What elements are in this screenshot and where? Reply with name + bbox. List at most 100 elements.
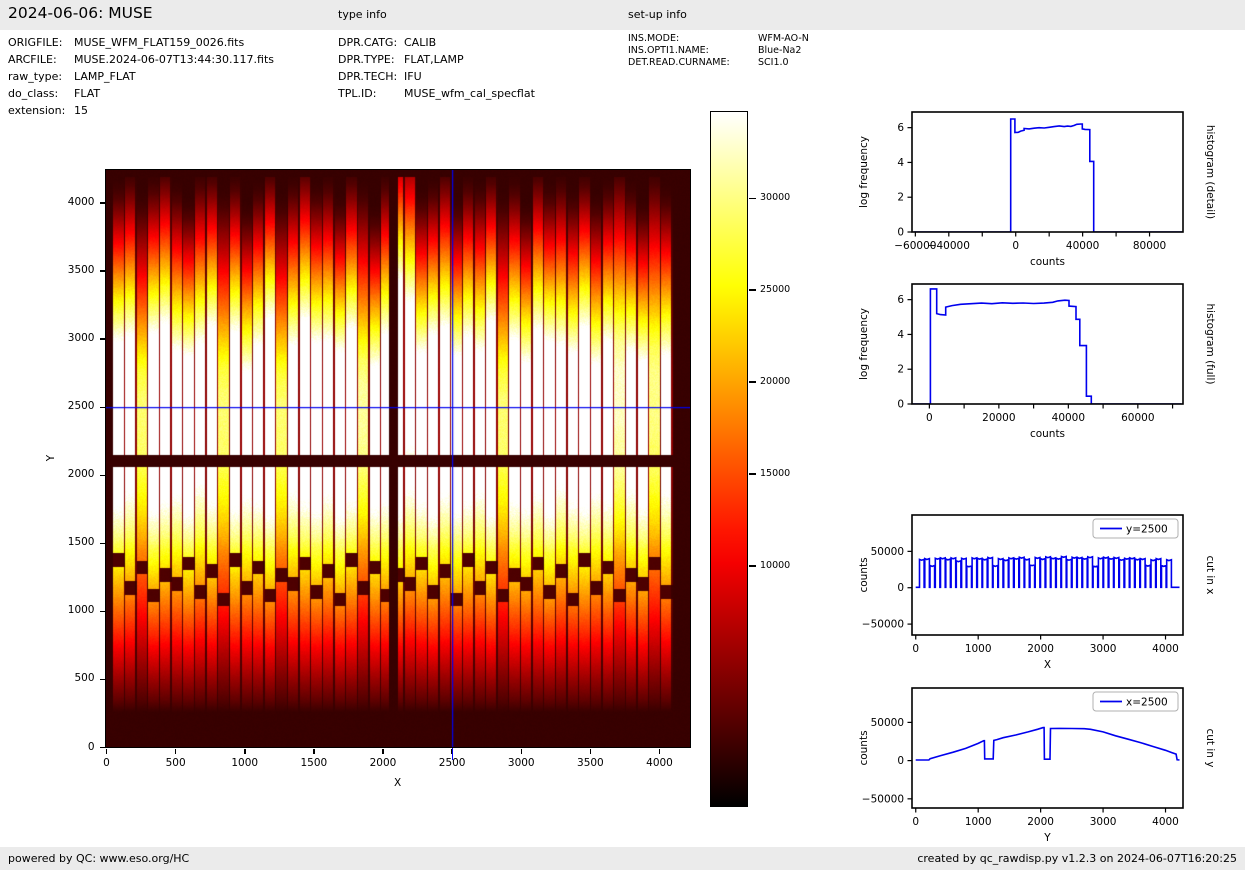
plot-side-title: cut in y [1204,728,1216,767]
y-tick-label: 0 [39,741,95,753]
meta-value: WFM-AO-N [758,33,809,44]
meta-value: MUSE_wfm_cal_specflat [404,87,535,100]
cut-in-x-plot: 01000200030004000−50000050000Xcountscut … [850,503,1245,675]
svg-text:3000: 3000 [1090,816,1117,828]
yaxis-label: counts [858,557,870,592]
y-tick-label: 1500 [39,536,95,548]
svg-text:0: 0 [897,582,904,594]
meta-label: raw_type: [8,70,62,83]
legend-label: y=2500 [1126,524,1168,536]
colorbar-tick-label: 15000 [760,468,790,479]
x-tick [313,749,315,754]
svg-text:0: 0 [897,399,904,411]
y-tick [100,338,105,340]
setup-info-heading: set-up info [628,8,687,21]
meta-value: FLAT [74,87,100,100]
footer-bar: powered by QC: www.eso.org/HC created by… [0,847,1245,870]
svg-text:4000: 4000 [1152,816,1179,828]
svg-text:1000: 1000 [965,643,992,655]
meta-label: DPR.TYPE: [338,53,395,66]
svg-text:3000: 3000 [1090,643,1117,655]
meta-label: INS.OPTI1.NAME: [628,45,709,56]
meta-value: LAMP_FLAT [74,70,136,83]
colorbar-tick [749,289,756,291]
x-tick-label: 0 [89,757,125,769]
svg-text:1000: 1000 [965,816,992,828]
y-tick-label: 500 [39,672,95,684]
meta-label: INS.MODE: [628,33,679,44]
meta-value: CALIB [404,36,436,49]
svg-text:50000: 50000 [871,546,904,558]
file-info-row: raw_type: [8,70,62,83]
meta-label: extension: [8,104,65,117]
cut-in-y-plot: 01000200030004000−50000050000Ycountscut … [850,676,1245,848]
meta-value: Blue-Na2 [758,45,801,56]
svg-text:40000: 40000 [1052,412,1085,424]
file-info-row: ORIGFILE: [8,36,62,49]
svg-text:80000: 80000 [1133,240,1166,252]
histogram-full-plot: 02000040000600000246countslog frequencyh… [850,272,1245,444]
svg-text:0: 0 [897,227,904,239]
footer-qc-link[interactable]: powered by QC: www.eso.org/HC [8,847,189,870]
x-tick [175,749,177,754]
y-tick [100,270,105,272]
svg-text:−50000: −50000 [862,619,904,631]
svg-text:50000: 50000 [871,717,904,729]
x-tick-label: 1000 [227,757,263,769]
file-info-row: do_class: [8,87,58,100]
meta-label: ORIGFILE: [8,36,62,49]
svg-text:2000: 2000 [1027,816,1054,828]
x-tick-label: 1500 [296,757,332,769]
y-tick [100,407,105,409]
xaxis-label: Y [1043,832,1051,844]
svg-text:0: 0 [897,755,904,767]
y-tick [100,475,105,477]
type-info-row: DPR.TECH: [338,70,397,83]
type-info-row: TPL.ID: [338,87,376,100]
page-title: 2024-06-06: MUSE [8,4,153,22]
svg-text:4000: 4000 [1152,643,1179,655]
x-tick [244,749,246,754]
colorbar-tick-label: 30000 [760,192,790,203]
y-tick-label: 2000 [39,468,95,480]
colorbar-tick [749,198,756,200]
meta-value: IFU [404,70,422,83]
svg-text:2000: 2000 [1027,643,1054,655]
x-tick [659,749,661,754]
svg-text:−50000: −50000 [862,793,904,805]
meta-value: FLAT,LAMP [404,53,464,66]
meta-label: DPR.TECH: [338,70,397,83]
type-info-row: DPR.TYPE: [338,53,395,66]
x-tick [382,749,384,754]
svg-text:0: 0 [1012,240,1019,252]
y-tick-label: 2500 [39,400,95,412]
meta-label: DPR.CATG: [338,36,397,49]
plot-side-title: histogram (full) [1204,304,1216,385]
histogram-detail-plot: −60000−40000040000800000246countslog fre… [850,100,1245,272]
y-tick [100,679,105,681]
cursor-x-overshoot [452,748,453,760]
svg-text:0: 0 [926,412,933,424]
y-tick-label: 3000 [39,332,95,344]
colorbar-tick-label: 10000 [760,560,790,571]
type-info-row: DPR.CATG: [338,36,397,49]
colorbar [710,111,748,807]
setup-info-row: INS.MODE: [628,33,679,44]
y-tick [100,202,105,204]
y-tick-label: 3500 [39,264,95,276]
xaxis-label: counts [1030,256,1065,268]
raw-image-yaxis-label: Y [45,455,57,461]
legend-label: x=2500 [1126,697,1168,709]
yaxis-label: log frequency [858,136,870,208]
y-tick [100,543,105,545]
svg-text:0: 0 [912,816,919,828]
xaxis-label: counts [1030,428,1065,440]
plot-side-title: histogram (detail) [1204,125,1216,219]
svg-text:−40000: −40000 [928,240,970,252]
colorbar-tick-label: 20000 [760,376,790,387]
type-info-heading: type info [338,8,387,21]
meta-value: 15 [74,104,88,117]
svg-text:60000: 60000 [1121,412,1154,424]
meta-value: MUSE_WFM_FLAT159_0026.fits [74,36,244,49]
svg-text:40000: 40000 [1066,240,1099,252]
